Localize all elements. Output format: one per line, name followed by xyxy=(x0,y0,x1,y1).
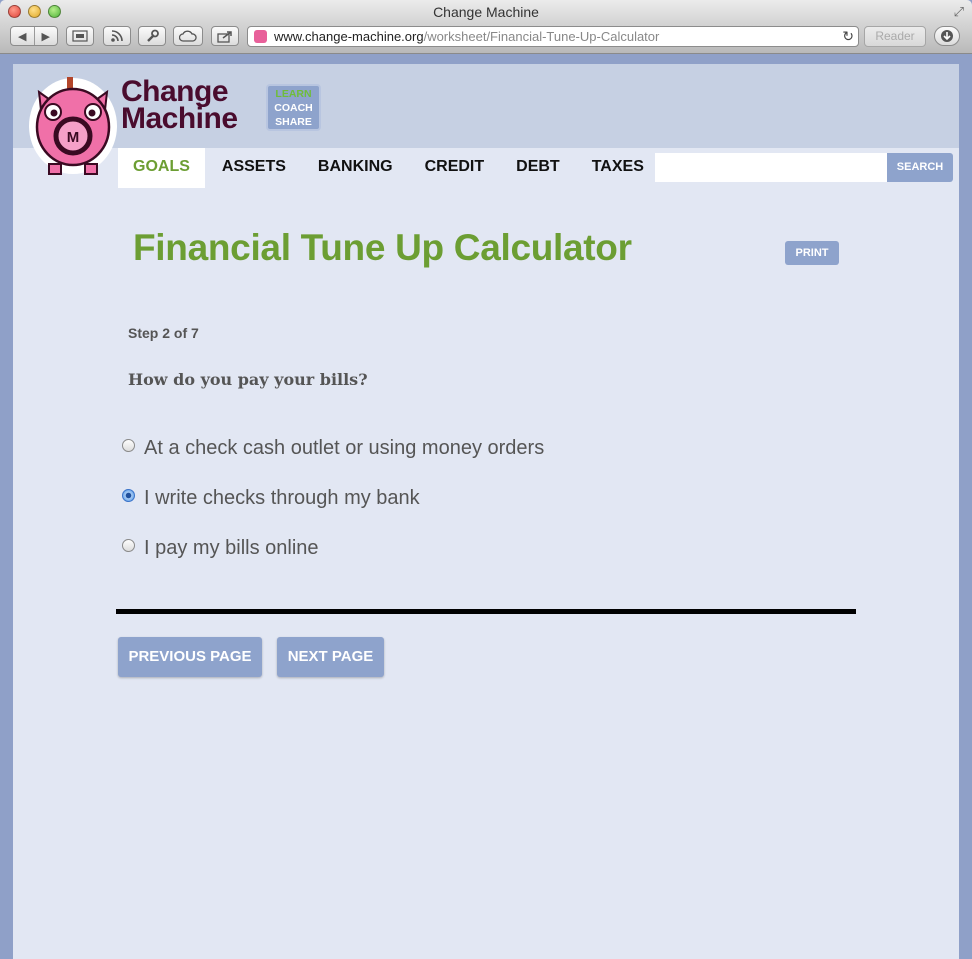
tagline-learn: LEARN xyxy=(275,87,312,100)
radio-button-selected[interactable] xyxy=(122,489,135,502)
reload-icon[interactable]: ↻ xyxy=(842,27,854,46)
site-logo-text[interactable]: Change Machine xyxy=(121,75,238,135)
forward-icon[interactable]: ▶ xyxy=(34,30,57,43)
section-divider xyxy=(116,609,856,614)
option-check-cash-outlet[interactable]: At a check cash outlet or using money or… xyxy=(122,437,544,460)
url-domain: www.change-machine.org xyxy=(274,29,424,44)
site-favicon-icon xyxy=(254,30,267,43)
previous-page-button[interactable]: PREVIOUS PAGE xyxy=(118,637,262,677)
browser-toolbar: ◀ ▶ www.change-machine.org/worksheet/Fin… xyxy=(0,24,972,54)
cloud-icon xyxy=(179,30,197,42)
question-text: How do you pay your bills? xyxy=(128,370,368,389)
search-button[interactable]: SEARCH xyxy=(887,153,953,182)
nav-item-taxes[interactable]: TAXES xyxy=(577,148,659,188)
window-titlebar: Change Machine ⤢ xyxy=(0,0,972,24)
step-indicator: Step 2 of 7 xyxy=(128,325,199,341)
share-icon xyxy=(217,30,232,43)
page-title: Financial Tune Up Calculator xyxy=(133,227,632,268)
logo-line-1: Change xyxy=(121,75,229,108)
piggy-bank-logo-icon[interactable]: M xyxy=(27,72,119,180)
nav-item-credit[interactable]: CREDIT xyxy=(410,148,500,188)
search-input[interactable] xyxy=(655,153,887,182)
rss-button[interactable] xyxy=(103,26,131,46)
back-forward-buttons[interactable]: ◀ ▶ xyxy=(10,26,58,46)
top-sites-button[interactable] xyxy=(66,26,94,46)
nav-item-assets[interactable]: ASSETS xyxy=(207,148,301,188)
print-button[interactable]: PRINT xyxy=(785,241,839,265)
radio-button[interactable] xyxy=(122,539,135,552)
web-page: M Change Machine LEARN COACH SHARE GOALS… xyxy=(13,64,959,959)
tagline-share: SHARE xyxy=(275,115,312,128)
share-button[interactable] xyxy=(211,26,239,46)
rss-icon xyxy=(111,30,123,42)
download-icon xyxy=(941,30,953,42)
option-write-checks[interactable]: I write checks through my bank xyxy=(122,487,420,510)
reader-button[interactable]: Reader xyxy=(864,26,926,47)
fullscreen-icon[interactable]: ⤢ xyxy=(954,4,964,20)
option-label[interactable]: I write checks through my bank xyxy=(144,487,420,510)
tools-button[interactable] xyxy=(138,26,166,46)
url-path: /worksheet/Financial-Tune-Up-Calculator xyxy=(423,29,660,44)
option-label[interactable]: I pay my bills online xyxy=(144,537,319,560)
window-title: Change Machine xyxy=(433,4,539,20)
radio-button[interactable] xyxy=(122,439,135,452)
main-nav: GOALS ASSETS BANKING CREDIT DEBT TAXES xyxy=(118,148,661,188)
nav-item-banking[interactable]: BANKING xyxy=(303,148,408,188)
wrench-icon xyxy=(147,29,159,42)
option-pay-online[interactable]: I pay my bills online xyxy=(122,537,319,560)
next-page-button[interactable]: NEXT PAGE xyxy=(277,637,384,677)
nav-item-goals[interactable]: GOALS xyxy=(118,148,205,188)
back-icon[interactable]: ◀ xyxy=(11,30,34,43)
address-bar[interactable]: www.change-machine.org/worksheet/Financi… xyxy=(247,26,859,47)
tagline-coach: COACH xyxy=(274,101,313,114)
logo-line-2: Machine xyxy=(121,102,238,135)
tagline-badge: LEARN COACH SHARE xyxy=(266,84,321,131)
top-sites-icon xyxy=(72,30,88,42)
logo-monogram: M xyxy=(67,129,80,146)
downloads-button[interactable] xyxy=(934,26,960,46)
option-label[interactable]: At a check cash outlet or using money or… xyxy=(144,437,544,460)
nav-item-debt[interactable]: DEBT xyxy=(501,148,575,188)
icloud-button[interactable] xyxy=(173,26,203,46)
